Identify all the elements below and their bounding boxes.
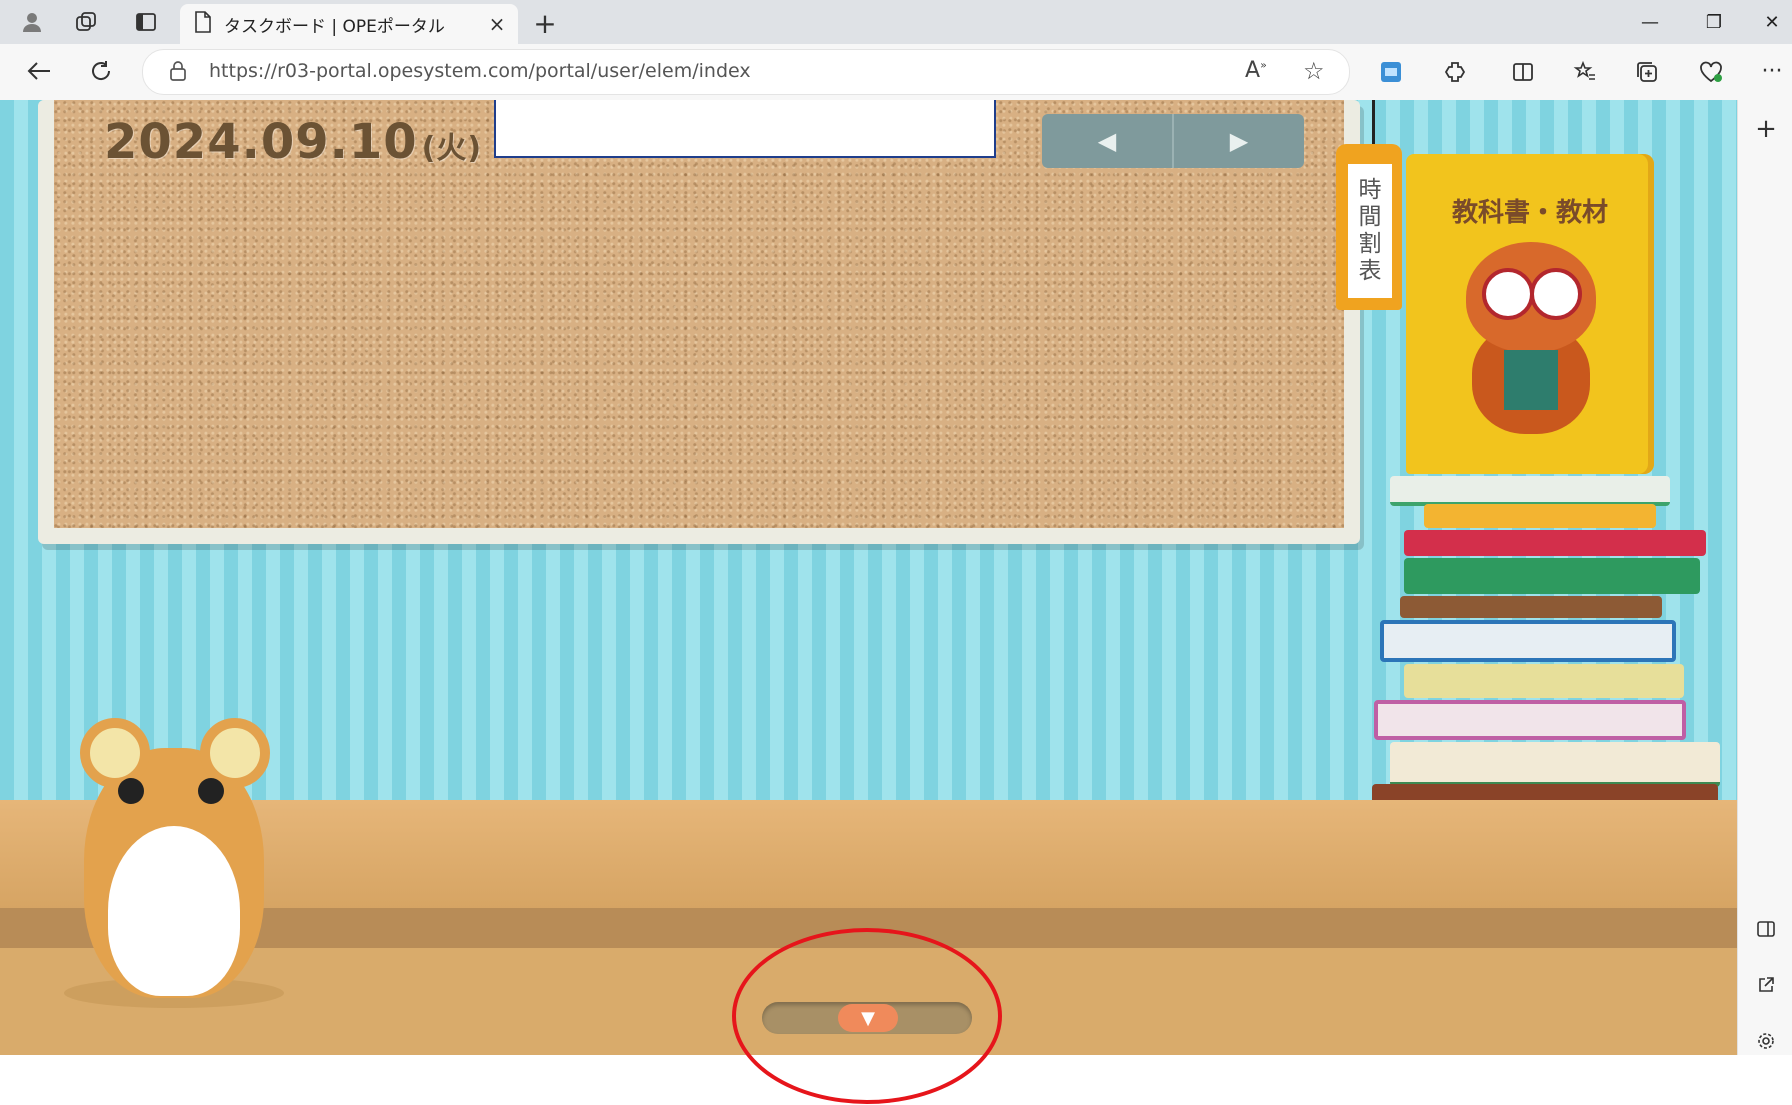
read-aloud-icon[interactable]: A» <box>1245 58 1267 83</box>
extensions-puzzle-icon[interactable] <box>1438 55 1472 89</box>
timetable-label: 時 間 割 表 <box>1348 164 1392 298</box>
lock-icon[interactable] <box>169 60 187 86</box>
address-bar-row: https://r03-portal.opesystem.com/portal/… <box>0 44 1792 101</box>
owl-eye <box>1482 268 1534 320</box>
book-stack-item <box>1380 620 1676 662</box>
refresh-icon[interactable] <box>84 54 118 88</box>
board-date: 2024.09.10 (火) <box>104 114 482 170</box>
new-tab-button[interactable]: + <box>530 7 560 40</box>
timetable-char: 間 <box>1358 204 1382 230</box>
textbook-button[interactable]: 教科書・教材 <box>1406 154 1654 474</box>
tab-actions-icon[interactable] <box>132 8 160 36</box>
timetable-char: 時 <box>1358 177 1382 203</box>
owl-eye <box>1530 268 1582 320</box>
hamster-mascot <box>64 718 284 1018</box>
browser-essentials-icon[interactable] <box>1694 55 1728 89</box>
hamster-eye <box>198 778 224 804</box>
close-window-button[interactable]: ✕ <box>1752 6 1792 38</box>
back-icon[interactable] <box>22 54 56 88</box>
prev-date-button[interactable]: ◀ <box>1042 114 1172 168</box>
split-screen-icon[interactable] <box>1506 55 1540 89</box>
collections-icon[interactable] <box>1630 55 1664 89</box>
book-stack-item <box>1390 476 1670 506</box>
book-stack-item <box>1404 664 1684 698</box>
tab-title: タスクボード | OPEポータル <box>224 16 445 37</box>
url-text: https://r03-portal.opesystem.com/portal/… <box>209 60 751 82</box>
open-external-icon[interactable] <box>1751 970 1781 1000</box>
next-date-button[interactable]: ▶ <box>1172 114 1304 168</box>
tab-close-icon[interactable]: × <box>484 11 510 37</box>
date-navigation: ◀ ▶ <box>1042 114 1304 168</box>
url-field[interactable]: https://r03-portal.opesystem.com/portal/… <box>142 49 1350 95</box>
hamster-eye <box>118 778 144 804</box>
favorites-icon[interactable] <box>1568 55 1602 89</box>
extension-image-icon[interactable] <box>1374 55 1408 89</box>
workspaces-icon[interactable] <box>72 8 100 36</box>
timetable-button[interactable]: 時 間 割 表 <box>1336 144 1402 310</box>
sidebar-add-button[interactable]: + <box>1751 114 1781 144</box>
book-stack-item <box>1374 700 1686 740</box>
task-board-page: 2024.09.10 (火) ◀ ▶ 時 間 割 表 教科書・教材 ▼ <box>0 100 1737 1055</box>
textbook-title: 教科書・教材 <box>1451 198 1608 228</box>
owl-icon <box>1466 242 1596 352</box>
book-stack-item <box>1404 530 1706 556</box>
highlight-circle <box>732 928 1002 1104</box>
hide-sidebar-icon[interactable] <box>1751 914 1781 944</box>
board-text-input[interactable] <box>494 100 996 158</box>
timetable-char: 表 <box>1358 258 1382 284</box>
owl-book-icon <box>1504 350 1558 410</box>
active-tab[interactable]: タスクボード | OPEポータル × <box>180 4 518 44</box>
book-stack-item <box>1404 558 1700 594</box>
browser-sidebar: + <box>1737 100 1792 1055</box>
weekday-text: (火) <box>421 131 483 166</box>
book-stack-item <box>1400 596 1662 618</box>
tab-bar: タスクボード | OPEポータル × + — ❐ ✕ <box>0 0 1792 44</box>
hamster-belly <box>108 826 240 996</box>
favorite-star-icon[interactable]: ☆ <box>1303 57 1325 85</box>
timetable-char: 割 <box>1358 231 1382 257</box>
hamster-ear <box>80 718 150 788</box>
profile-icon[interactable] <box>18 8 46 36</box>
book-stack-item <box>1390 742 1720 787</box>
settings-gear-icon[interactable] <box>1751 1026 1781 1056</box>
restore-button[interactable]: ❐ <box>1694 6 1734 38</box>
more-menu-icon[interactable]: ··· <box>1755 54 1789 88</box>
minimize-button[interactable]: — <box>1630 6 1670 38</box>
book-stack-item <box>1424 504 1656 528</box>
date-text: 2024.09.10 <box>104 114 418 170</box>
page-icon <box>194 11 212 37</box>
